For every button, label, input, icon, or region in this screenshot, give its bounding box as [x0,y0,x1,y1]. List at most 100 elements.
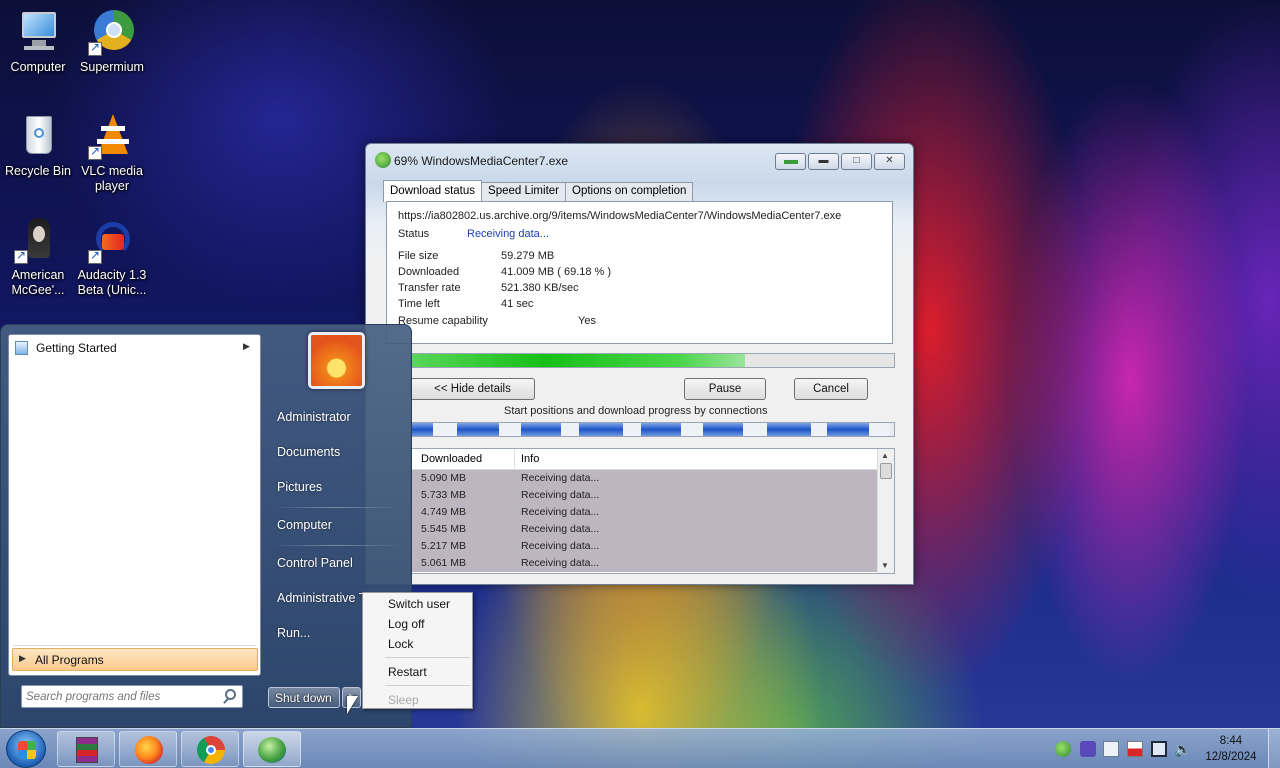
document-tray-icon[interactable] [1103,741,1119,757]
clock[interactable]: 8:44 12/8/2024 [1198,733,1264,765]
all-programs-button[interactable]: ▶ All Programs [12,648,258,671]
menu-separator [385,685,470,686]
window-titlebar[interactable]: 69% WindowsMediaCenter7.exe ▬ □ ✕ [366,144,913,176]
start-button[interactable] [6,730,46,768]
hide-details-button[interactable]: << Hide details [410,378,535,400]
minimize-button[interactable]: ▬ [808,153,839,170]
tab-options-on-completion[interactable]: Options on completion [565,182,694,202]
connection-row[interactable]: 5.545 MB Receiving data... [411,521,894,538]
connection-segments-bar [410,422,895,437]
shutdown-label: Shut down [275,691,332,705]
connections-scrollbar[interactable]: ▲ ▼ [877,449,894,573]
connection-info: Receiving data... [521,489,600,501]
close-button[interactable]: ✕ [874,153,905,170]
desktop-icon-supermium[interactable]: Supermium [74,8,150,75]
shutdown-options-menu: Switch user Log off Lock Restart Sleep [362,592,473,709]
windows-logo-icon [18,741,36,759]
menu-item-lock[interactable]: Lock [388,637,413,651]
audacity-icon [88,216,136,264]
file-size-label: File size [398,250,439,262]
transfer-rate-value: 521.380 KB/sec [501,282,579,294]
all-programs-arrow-icon: ▶ [19,653,26,663]
show-desktop-button[interactable] [1268,729,1280,768]
connection-downloaded: 5.090 MB [421,472,466,484]
start-right-computer[interactable]: Computer [277,518,332,532]
connection-downloaded: 5.061 MB [421,557,466,569]
user-picture[interactable] [308,332,365,389]
shortcut-arrow-icon [88,40,102,56]
taskbar-app-firefox[interactable] [119,731,177,767]
scroll-thumb[interactable] [880,463,892,479]
start-item-getting-started[interactable]: Getting Started ▶ [11,337,258,359]
search-input[interactable] [26,689,216,705]
tab-speed-limiter[interactable]: Speed Limiter [481,182,566,202]
menu-item-log-off[interactable]: Log off [388,617,424,631]
download-status-panel: https://ia802802.us.archive.org/9/items/… [386,201,893,344]
desktop-icon-audacity[interactable]: Audacity 1.3 Beta (Unic... [74,216,150,298]
submenu-arrow-icon: ▶ [243,341,250,351]
action-center-flag-icon[interactable] [1127,741,1143,757]
desktop-icon-recycle-bin[interactable]: Recycle Bin [0,112,76,179]
connections-list[interactable]: Downloaded Info 5.090 MB Receiving data..… [410,448,895,574]
connection-downloaded: 5.217 MB [421,540,466,552]
start-right-administrative-tools[interactable]: Administrative T [277,591,366,605]
cancel-button[interactable]: Cancel [794,378,868,400]
connection-row[interactable]: 5.733 MB Receiving data... [411,487,894,504]
vlc-cone-icon [88,112,136,160]
connection-info: Receiving data... [521,472,600,484]
start-right-administrator[interactable]: Administrator [277,410,351,424]
clock-time: 8:44 [1219,735,1243,747]
tab-strip: Download status Speed Limiter Options on… [383,180,694,202]
taskbar-app-chrome[interactable] [181,731,239,767]
shortcut-arrow-icon [88,144,102,160]
tab-download-status[interactable]: Download status [383,180,483,202]
clock-date: 12/8/2024 [1205,751,1257,763]
file-size-value: 59.279 MB [501,250,555,262]
download-progress-fill [411,354,746,367]
connection-row[interactable]: 4.749 MB Receiving data... [411,504,894,521]
connections-list-header: Downloaded Info [411,449,894,470]
connection-row[interactable]: 5.217 MB Receiving data... [411,538,894,555]
taskbar-app-idm[interactable] [243,731,301,767]
column-downloaded[interactable]: Downloaded [421,453,482,465]
start-right-control-panel[interactable]: Control Panel [277,556,353,570]
pause-button[interactable]: Pause [684,378,766,400]
tray-arrow-icon [783,160,798,164]
scroll-down-arrow-icon[interactable]: ▼ [881,561,889,570]
desktop-icon-label: Recycle Bin [5,164,71,178]
connection-info: Receiving data... [521,557,600,569]
volume-icon[interactable]: 🔈 [1174,741,1191,757]
window-title: 69% WindowsMediaCenter7.exe [394,154,569,168]
minimize-to-tray-button[interactable] [775,153,806,170]
start-right-documents[interactable]: Documents [277,445,340,459]
connection-row[interactable]: 5.061 MB Receiving data... [411,555,894,572]
resume-capability-label: Resume capability [398,315,488,327]
idm-tray-icon[interactable] [1055,741,1071,757]
desktop-icon-vlc[interactable]: VLC media player [74,112,150,194]
network-icon[interactable] [1151,741,1167,757]
menu-item-restart[interactable]: Restart [388,665,427,679]
microphone-icon[interactable] [1080,741,1096,757]
desktop-icon-label: American McGee'... [11,268,65,297]
getting-started-icon [15,341,28,355]
desktop-icon-american-mcgee[interactable]: American McGee'... [0,216,76,298]
start-menu: Getting Started ▶ ▶ All Programs Adminis… [0,324,412,728]
status-value: Receiving data... [467,228,549,240]
connection-info: Receiving data... [521,523,600,535]
desktop-icon-label: Supermium [80,60,144,74]
scroll-up-arrow-icon[interactable]: ▲ [881,451,889,460]
search-box[interactable] [21,685,243,708]
desktop-icon-computer[interactable]: Computer [0,8,76,75]
start-right-pictures[interactable]: Pictures [277,480,322,494]
start-menu-programs-pane: Getting Started ▶ ▶ All Programs [8,334,261,676]
shutdown-button[interactable]: Shut down [268,687,340,708]
downloaded-label: Downloaded [398,266,460,278]
maximize-button[interactable]: □ [841,153,872,170]
column-info[interactable]: Info [521,453,539,465]
taskbar-app-winrar[interactable] [57,731,115,767]
start-right-run[interactable]: Run... [277,626,310,640]
menu-item-switch-user[interactable]: Switch user [388,597,450,611]
supermium-icon [88,8,136,56]
time-left-label: Time left [398,298,440,310]
connection-row[interactable]: 5.090 MB Receiving data... [411,470,894,487]
